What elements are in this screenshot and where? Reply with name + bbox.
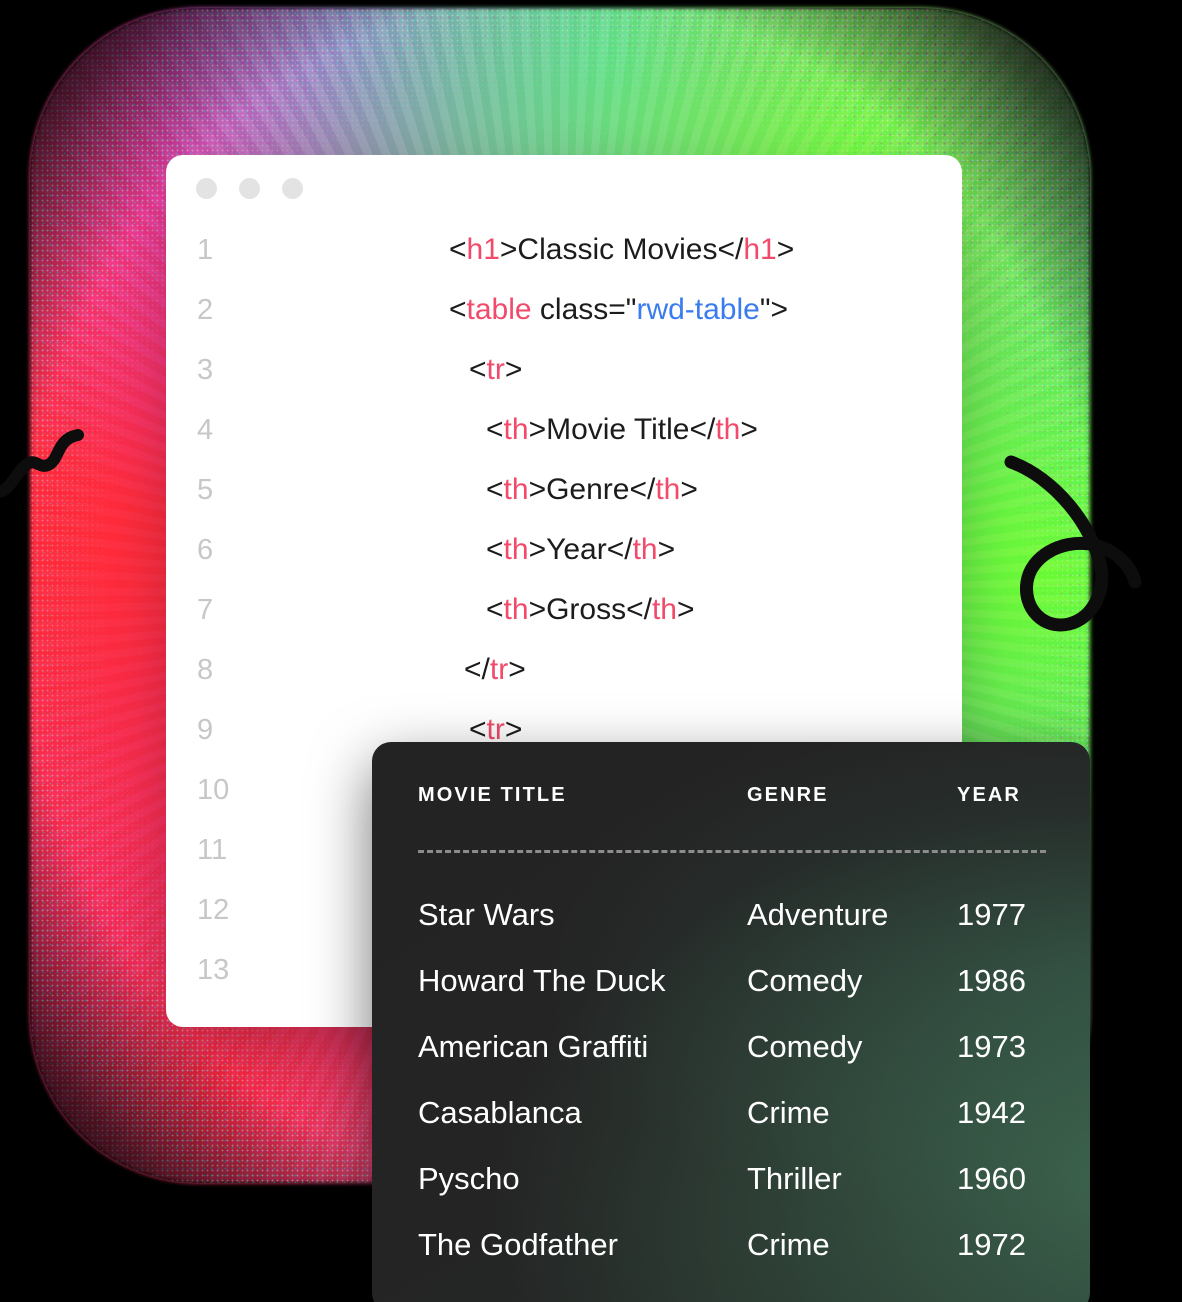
code-line: 8 </tr> (166, 640, 962, 700)
code-line-text: <th>Movie Title</th> (486, 413, 758, 446)
cell-movie-title: American Graffiti (418, 1029, 649, 1064)
table-row[interactable]: The Godfather Crime 1972 (372, 1227, 1090, 1262)
line-number: 12 (197, 894, 230, 926)
line-number: 11 (197, 834, 228, 866)
cell-year: 1986 (957, 963, 1026, 998)
header-divider (418, 850, 1046, 853)
code-line: 2 <table class="rwd-table"> (166, 280, 962, 340)
line-number: 9 (197, 714, 214, 746)
table-row[interactable]: American Graffiti Comedy 1973 (372, 1029, 1090, 1064)
line-number: 10 (197, 774, 230, 806)
line-number: 13 (197, 954, 230, 986)
line-number: 2 (197, 294, 214, 326)
line-number: 7 (197, 594, 214, 626)
cell-year: 1960 (957, 1161, 1026, 1196)
code-line-text: <th>Year</th> (486, 533, 676, 566)
window-dot-close-icon[interactable] (196, 178, 217, 199)
cell-movie-title: Pyscho (418, 1161, 520, 1196)
cell-genre: Comedy (747, 1029, 863, 1064)
code-line: 4 <th>Movie Title</th> (166, 400, 962, 460)
code-line-text: <table class="rwd-table"> (449, 293, 789, 326)
code-line-text: <tr> (469, 353, 523, 386)
table-row[interactable]: Star Wars Adventure 1977 (372, 897, 1090, 932)
code-line-text: <h1>Classic Movies</h1> (449, 233, 795, 266)
cell-movie-title: The Godfather (418, 1227, 618, 1262)
window-dot-maximize-icon[interactable] (282, 178, 303, 199)
cell-genre: Adventure (747, 897, 889, 932)
cell-movie-title: Casablanca (418, 1095, 582, 1130)
table-row[interactable]: Howard The Duck Comedy 1986 (372, 963, 1090, 998)
code-line-text: <th>Gross</th> (486, 593, 695, 626)
cell-year: 1973 (957, 1029, 1026, 1064)
cell-genre: Crime (747, 1227, 830, 1262)
line-number: 1 (197, 234, 214, 266)
line-number: 8 (197, 654, 214, 686)
code-line-text: </tr> (464, 653, 526, 686)
cell-movie-title: Howard The Duck (418, 963, 666, 998)
window-controls[interactable] (196, 178, 303, 199)
column-header-genre: GENRE (747, 784, 829, 806)
movies-table-panel: MOVIE TITLE GENRE YEAR Star Wars Adventur… (372, 742, 1090, 1302)
cell-year: 1977 (957, 897, 1026, 932)
code-line: 7 <th>Gross</th> (166, 580, 962, 640)
table-row[interactable]: Casablanca Crime 1942 (372, 1095, 1090, 1130)
column-header-year: YEAR (957, 784, 1021, 806)
column-header-movie-title: MOVIE TITLE (418, 784, 567, 806)
cell-year: 1942 (957, 1095, 1026, 1130)
code-line: 3 <tr> (166, 340, 962, 400)
table-row[interactable]: Pyscho Thriller 1960 (372, 1161, 1090, 1196)
cell-genre: Comedy (747, 963, 863, 998)
cell-year: 1972 (957, 1227, 1026, 1262)
code-line: 6 <th>Year</th> (166, 520, 962, 580)
line-number: 6 (197, 534, 214, 566)
screenshot-root: 1 <h1>Classic Movies</h1> 2 <table class="r… (0, 0, 1182, 1302)
cell-genre: Crime (747, 1095, 830, 1130)
cell-genre: Thriller (747, 1161, 842, 1196)
line-number: 4 (197, 414, 214, 446)
movies-table-header: MOVIE TITLE GENRE YEAR (372, 784, 1090, 814)
line-number: 3 (197, 354, 214, 386)
code-line: 1 <h1>Classic Movies</h1> (166, 220, 962, 280)
window-dot-minimize-icon[interactable] (239, 178, 260, 199)
code-line-text: <th>Genre</th> (486, 473, 698, 506)
cell-movie-title: Star Wars (418, 897, 555, 932)
code-line: 5 <th>Genre</th> (166, 460, 962, 520)
line-number: 5 (197, 474, 214, 506)
